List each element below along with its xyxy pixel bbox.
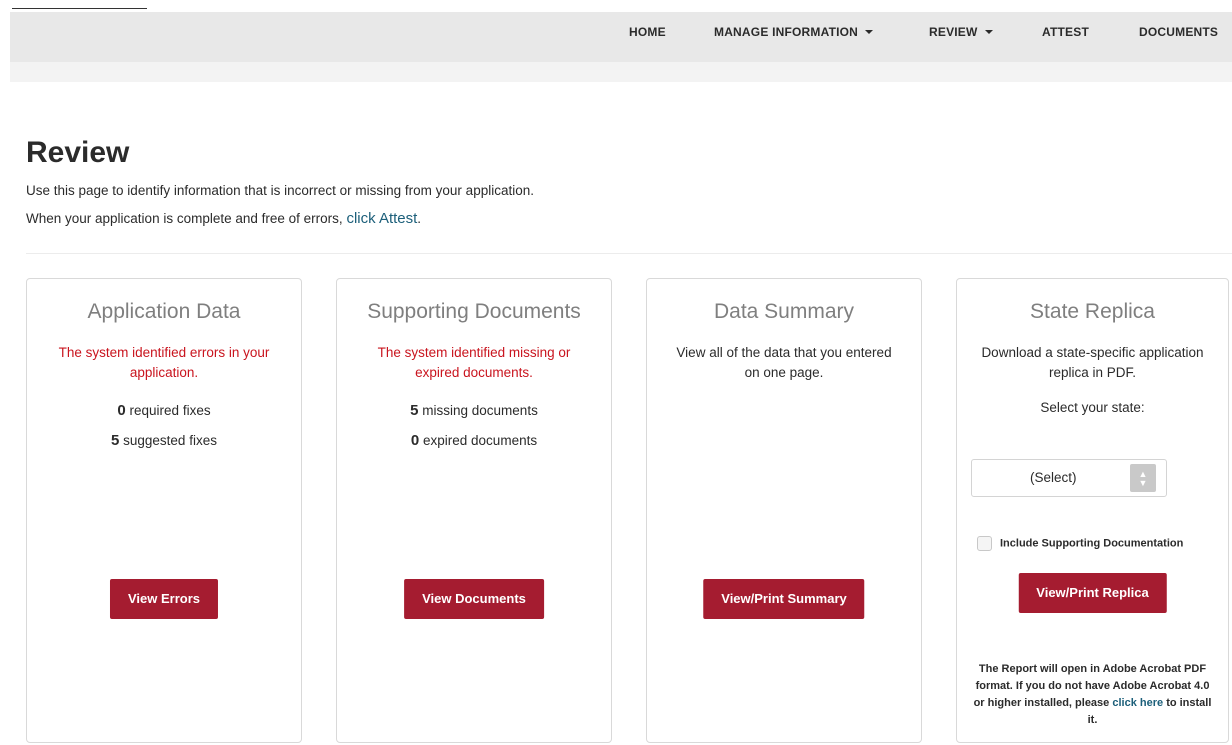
click-attest-link[interactable]: click Attest bbox=[346, 210, 417, 227]
data-summary-card: Data Summary View all of the data that y… bbox=[646, 278, 922, 743]
nav-manage-information-label: MANAGE INFORMATION bbox=[714, 25, 859, 39]
application-data-card: Application Data The system identified e… bbox=[26, 278, 302, 743]
application-data-title: Application Data bbox=[87, 300, 241, 323]
view-print-summary-button[interactable]: View/Print Summary bbox=[703, 579, 865, 619]
data-summary-description: View all of the data that you entered on… bbox=[676, 345, 892, 380]
install-acrobat-link[interactable]: click here bbox=[1112, 697, 1163, 709]
intro-line-1: Use this page to identify information th… bbox=[26, 183, 534, 198]
nav-home[interactable]: HOME bbox=[629, 25, 666, 39]
page-title: Review bbox=[26, 136, 130, 169]
state-select[interactable]: (Select) ▲ ▼ bbox=[971, 459, 1167, 497]
nav-review[interactable]: REVIEW bbox=[929, 25, 993, 39]
expired-documents-label: expired documents bbox=[423, 433, 538, 448]
suggested-fixes-stat: 5 suggested fixes bbox=[27, 431, 301, 451]
view-errors-button[interactable]: View Errors bbox=[109, 579, 219, 619]
view-documents-button[interactable]: View Documents bbox=[404, 579, 544, 619]
top-rule bbox=[12, 8, 147, 9]
state-replica-title: State Replica bbox=[1030, 300, 1155, 323]
state-replica-description: Download a state-specific application re… bbox=[981, 345, 1204, 380]
select-updown-icon: ▲ ▼ bbox=[1130, 464, 1156, 492]
include-supporting-docs-row: Include Supporting Documentation bbox=[977, 536, 1183, 551]
state-replica-card: State Replica Download a state-specific … bbox=[956, 278, 1229, 743]
acrobat-note: The Report will open in Adobe Acrobat PD… bbox=[969, 661, 1216, 729]
select-state-label: Select your state: bbox=[1040, 400, 1145, 415]
suggested-fixes-count: 5 bbox=[111, 432, 120, 449]
required-fixes-label: required fixes bbox=[129, 403, 211, 418]
chevron-down-icon bbox=[984, 29, 993, 34]
application-data-stats: 0 required fixes 5 suggested fixes bbox=[27, 401, 301, 451]
missing-documents-label: missing documents bbox=[422, 403, 538, 418]
navbar-shadow bbox=[10, 62, 1232, 82]
include-supporting-docs-checkbox[interactable] bbox=[977, 536, 992, 551]
missing-documents-stat: 5 missing documents bbox=[337, 401, 611, 421]
intro-line-2: When your application is complete and fr… bbox=[26, 210, 421, 227]
intro-line-2-suffix: . bbox=[417, 211, 422, 226]
required-fixes-stat: 0 required fixes bbox=[27, 401, 301, 421]
intro-line-2-prefix: When your application is complete and fr… bbox=[26, 211, 343, 226]
suggested-fixes-label: suggested fixes bbox=[123, 433, 217, 448]
include-supporting-docs-label: Include Supporting Documentation bbox=[1000, 537, 1184, 550]
nav-documents[interactable]: DOCUMENTS bbox=[1139, 25, 1218, 39]
data-summary-title: Data Summary bbox=[713, 300, 855, 323]
supporting-documents-title: Supporting Documents bbox=[367, 300, 581, 323]
view-print-replica-button[interactable]: View/Print Replica bbox=[1018, 573, 1167, 613]
supporting-documents-error: The system identified missing or expired… bbox=[377, 345, 571, 380]
missing-documents-count: 5 bbox=[410, 402, 419, 419]
nav-manage-information[interactable]: MANAGE INFORMATION bbox=[714, 25, 874, 39]
section-divider bbox=[26, 253, 1232, 254]
expired-documents-stat: 0 expired documents bbox=[337, 431, 611, 451]
chevron-down-icon bbox=[865, 29, 874, 34]
required-fixes-count: 0 bbox=[117, 402, 126, 419]
nav-attest[interactable]: ATTEST bbox=[1042, 25, 1089, 39]
supporting-documents-stats: 5 missing documents 0 expired documents bbox=[337, 401, 611, 451]
nav-review-label: REVIEW bbox=[929, 25, 978, 39]
state-select-value: (Select) bbox=[1030, 470, 1077, 485]
expired-documents-count: 0 bbox=[410, 432, 420, 449]
application-data-error: The system identified errors in your app… bbox=[58, 345, 270, 380]
supporting-documents-card: Supporting Documents The system identifi… bbox=[336, 278, 612, 743]
